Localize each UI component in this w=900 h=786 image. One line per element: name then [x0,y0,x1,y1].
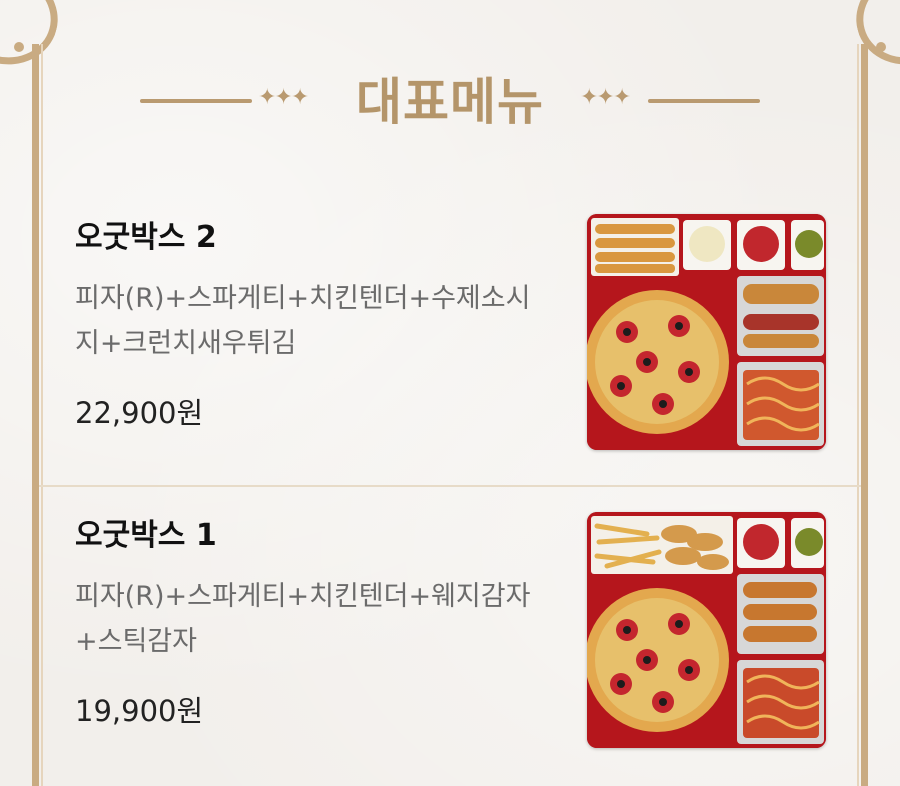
menu-item-name: 오굿박스 1 [75,518,217,553]
frame-dot-left [14,42,24,52]
frame-dot-right [876,42,886,52]
header-ornament-line-right [648,99,760,103]
frame-border-left [32,44,43,786]
food-tray-illustration [587,214,826,450]
menu-item-name: 오굿박스 2 [75,220,217,255]
combo-box-1-photo[interactable] [587,512,826,748]
frame-border-right [857,44,868,786]
menu-item-price: 22,900원 [75,396,204,430]
combo-box-2-photo[interactable] [587,214,826,450]
section-header: ✦✦✦ 대표메뉴 ✦✦✦ [0,72,900,132]
menu-item-combo-box-1[interactable]: 오굿박스 1 피자(R)+스파게티+치킨텐더+웨지감자+스틱감자 19,900원 [39,488,861,786]
section-title: 대표메뉴 [356,73,544,131]
header-ornament-line-left [140,99,252,103]
menu-item-description: 피자(R)+스파게티+치킨텐더+수제소시지+크런치새우튀김 [75,283,531,359]
menu-item-price: 19,900원 [75,694,204,728]
menu-item-combo-box-2[interactable]: 오굿박스 2 피자(R)+스파게티+치킨텐더+수제소시지+크런치새우튀김 22,… [39,190,861,486]
menu-item-description: 피자(R)+스파게티+치킨텐더+웨지감자+스틱감자 [75,581,531,657]
item-divider [39,485,861,487]
diamond-ornament-icon: ✦✦✦ [580,85,631,110]
food-tray-illustration [587,512,826,748]
